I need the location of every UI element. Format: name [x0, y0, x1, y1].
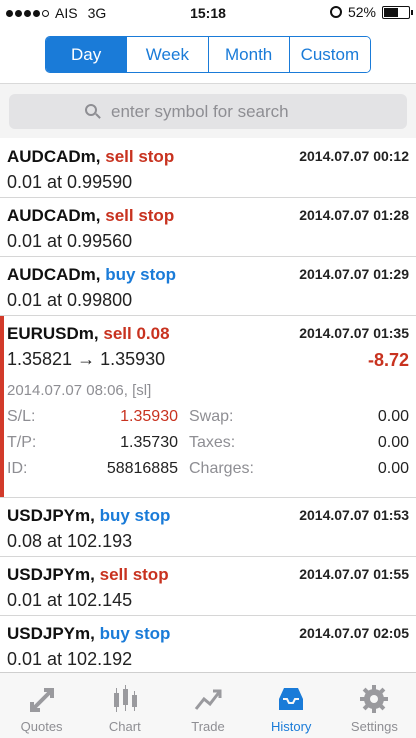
row-detail: 0.08 at 102.193 — [7, 531, 133, 551]
tab-bar: Quotes Chart Trade History Settings — [0, 672, 416, 738]
history-row[interactable]: USDJPYm, buy stop 2014.07.07 01:53 0.08 … — [0, 498, 416, 557]
row-order-type: buy stop — [99, 624, 171, 643]
battery-icon — [382, 5, 413, 19]
row-order-type: buy stop — [105, 265, 177, 284]
row-time: 2014.07.07 01:55 — [299, 566, 409, 582]
tab-history[interactable]: History — [250, 673, 333, 738]
taxes-label: Taxes: — [189, 434, 236, 451]
segment-day[interactable]: Day — [46, 37, 127, 72]
tab-label: Trade — [191, 719, 225, 734]
tab-label: Quotes — [20, 719, 63, 734]
row-order-type: sell stop — [105, 206, 175, 225]
battery-percent: 52% — [347, 4, 376, 20]
segment-custom[interactable]: Custom — [288, 37, 370, 72]
tab-chart[interactable]: Chart — [83, 673, 166, 738]
row-time: 2014.07.07 01:28 — [299, 207, 409, 223]
battery-fill — [384, 7, 398, 17]
row-header: EURUSDm, sell 0.08 — [7, 324, 170, 344]
history-row[interactable]: AUDCADm, buy stop 2014.07.07 01:29 0.01 … — [0, 257, 416, 316]
row-header: USDJPYm, sell stop — [7, 565, 169, 585]
row-symbol: USDJPYm, — [7, 506, 95, 525]
tp-value: 1.35730 — [120, 434, 178, 451]
swap-value: 0.00 — [377, 408, 409, 425]
period-segmented-control: Day Week Month Custom — [45, 36, 371, 73]
search-area — [0, 84, 416, 138]
row-detail: 0.01 at 102.145 — [7, 590, 133, 610]
row-prices: 1.35821 → 1.35930 — [7, 349, 166, 369]
tab-label: History — [270, 719, 312, 734]
history-icon — [279, 688, 304, 710]
status-bar: AIS 3G 15:18 52% — [0, 0, 416, 26]
row-time: 2014.07.07 00:12 — [299, 148, 409, 164]
id-value: 58816885 — [106, 460, 178, 477]
row-profit: -8.72 — [367, 350, 409, 370]
search-box[interactable] — [9, 94, 407, 129]
status-right: 52% — [329, 4, 413, 20]
segment-month[interactable]: Month — [207, 37, 289, 72]
tab-settings[interactable]: Settings — [333, 673, 416, 738]
history-row-expanded[interactable]: EURUSDm, sell 0.08 2014.07.07 01:35 1.35… — [0, 316, 416, 498]
history-row[interactable]: AUDCADm, sell stop 2014.07.07 01:28 0.01… — [0, 198, 416, 257]
segment-week[interactable]: Week — [126, 37, 208, 72]
taxes-value: 0.00 — [377, 434, 409, 451]
row-time: 2014.07.07 02:05 — [299, 625, 409, 641]
chart-icon — [113, 685, 137, 712]
history-row[interactable]: USDJPYm, sell stop 2014.07.07 01:55 0.01… — [0, 557, 416, 616]
charges-value: 0.00 — [377, 460, 409, 477]
history-row[interactable]: USDJPYm, buy stop 2014.07.07 02:05 0.01 … — [0, 616, 416, 675]
row-symbol: USDJPYm, — [7, 565, 95, 584]
row-header: AUDCADm, sell stop — [7, 147, 174, 167]
row-time: 2014.07.07 01:29 — [299, 266, 409, 282]
row-order-type: sell 0.08 — [103, 324, 170, 343]
id-label: ID: — [7, 460, 28, 477]
row-time: 2014.07.07 01:35 — [299, 325, 409, 341]
sl-label: S/L: — [7, 408, 36, 425]
quotes-icon — [29, 688, 54, 712]
tab-trade[interactable]: Trade — [166, 673, 249, 738]
history-list: AUDCADm, sell stop 2014.07.07 00:12 0.01… — [0, 139, 416, 675]
row-symbol: AUDCADm, — [7, 147, 101, 166]
sl-value: 1.35930 — [120, 408, 178, 425]
row-detail: 0.01 at 102.192 — [7, 649, 133, 669]
row-header: AUDCADm, buy stop — [7, 265, 176, 285]
charges-label: Charges: — [189, 460, 254, 477]
row-symbol: EURUSDm, — [7, 324, 99, 343]
row-header: AUDCADm, sell stop — [7, 206, 174, 226]
row-detail: 0.01 at 0.99590 — [7, 172, 133, 192]
row-header: USDJPYm, buy stop — [7, 624, 170, 644]
row-order-type: sell stop — [105, 147, 175, 166]
row-order-type: buy stop — [99, 506, 171, 525]
swap-label: Swap: — [189, 408, 234, 425]
row-detail: 0.01 at 0.99800 — [7, 290, 133, 310]
row-time: 2014.07.07 01:53 — [299, 507, 409, 523]
row-detail: 0.01 at 0.99560 — [7, 231, 133, 251]
history-row[interactable]: AUDCADm, sell stop 2014.07.07 00:12 0.01… — [0, 139, 416, 198]
open-info: 2014.07.07 08:06, [sl] — [7, 382, 152, 399]
trade-icon — [194, 689, 222, 710]
settings-icon — [360, 685, 389, 713]
tab-label: Settings — [350, 719, 398, 734]
row-symbol: AUDCADm, — [7, 265, 101, 284]
row-header: USDJPYm, buy stop — [7, 506, 170, 526]
tab-label: Chart — [108, 719, 141, 734]
search-input[interactable] — [111, 101, 331, 122]
alarm-icon — [329, 6, 342, 18]
row-order-type: sell stop — [99, 565, 169, 584]
tab-quotes[interactable]: Quotes — [0, 673, 83, 738]
row-symbol: AUDCADm, — [7, 206, 101, 225]
tp-label: T/P: — [7, 434, 37, 451]
row-symbol: USDJPYm, — [7, 624, 95, 643]
search-icon — [85, 103, 101, 120]
